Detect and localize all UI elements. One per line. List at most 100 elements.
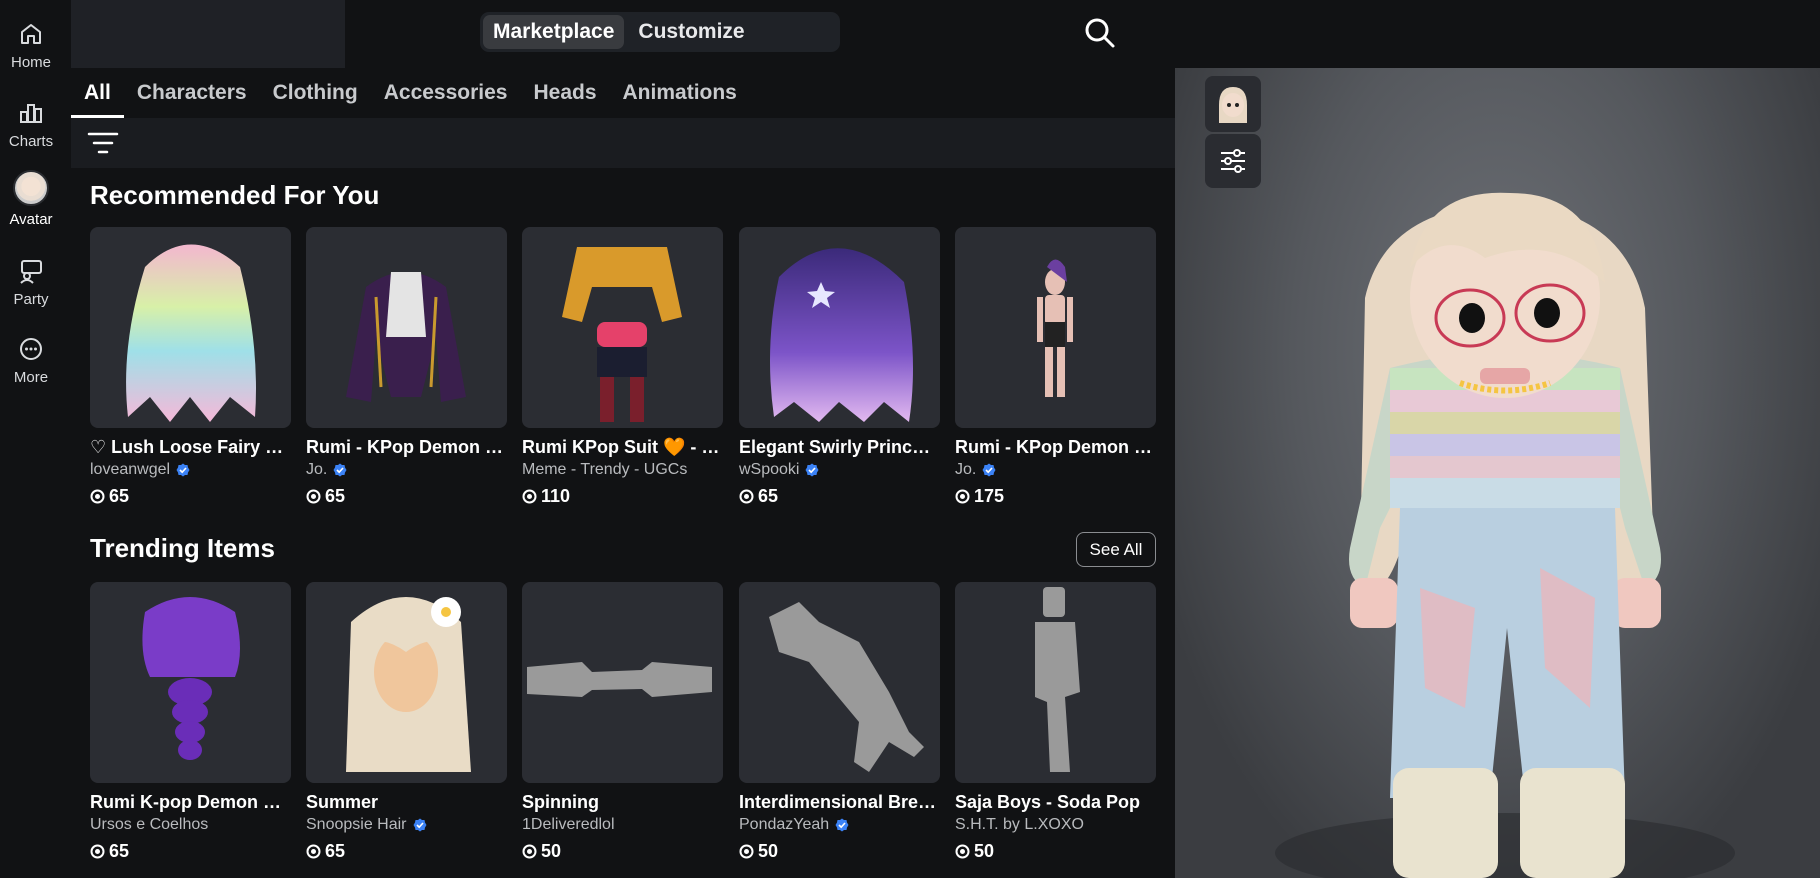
avatar-settings-button[interactable] — [1205, 134, 1261, 188]
robux-icon — [90, 489, 105, 504]
robux-icon — [955, 844, 970, 859]
top-left-panel — [71, 0, 345, 68]
creator-name[interactable]: wSpooki — [739, 461, 799, 479]
tab-marketplace[interactable]: Marketplace — [483, 15, 625, 49]
rail-item-charts[interactable]: Charts — [0, 95, 62, 165]
item-name[interactable]: Elegant Swirly Princes... — [739, 437, 940, 458]
item-card[interactable]: Interdimensional Brea... PondazYeah 50 — [739, 582, 940, 862]
item-thumbnail[interactable] — [522, 227, 723, 428]
item-card[interactable]: Elegant Swirly Princes... wSpooki 65 — [739, 227, 940, 507]
item-creator[interactable]: PondazYeah — [739, 816, 940, 834]
item-thumbnail[interactable] — [90, 227, 291, 428]
rail-label: Charts — [8, 133, 54, 150]
avatar-headshot-button[interactable] — [1205, 76, 1261, 132]
item-creator[interactable]: wSpooki — [739, 461, 940, 479]
tab-customize[interactable]: Customize — [628, 15, 754, 49]
item-thumbnail[interactable] — [90, 582, 291, 783]
tab-heads[interactable]: Heads — [520, 68, 609, 118]
item-creator[interactable]: Meme - Trendy - UGCs — [522, 461, 723, 479]
price-value: 50 — [974, 841, 995, 861]
tab-accessories[interactable]: Accessories — [371, 68, 521, 118]
item-creator[interactable]: Snoopsie Hair — [306, 816, 507, 834]
item-name[interactable]: Summer — [306, 792, 507, 813]
item-name[interactable]: Rumi - KPop Demon Hu... — [306, 437, 507, 458]
item-name[interactable]: Saja Boys - Soda Pop — [955, 792, 1156, 813]
tab-clothing[interactable]: Clothing — [260, 68, 371, 118]
item-price: 65 — [90, 841, 291, 862]
item-creator[interactable]: Ursos e Coelhos — [90, 816, 291, 834]
filter-button[interactable] — [85, 126, 121, 160]
tab-characters[interactable]: Characters — [124, 68, 260, 118]
item-name[interactable]: Interdimensional Brea... — [739, 792, 940, 813]
item-thumbnail[interactable] — [306, 582, 507, 783]
party-icon — [17, 257, 45, 285]
item-name[interactable]: Rumi - KPop Demon Hu... — [955, 437, 1156, 458]
avatar-headshot-icon — [1219, 87, 1247, 123]
avatar-icon — [13, 170, 49, 206]
verified-badge-icon — [805, 463, 819, 477]
section-title-trending: Trending Items — [90, 533, 275, 563]
creator-name[interactable]: S.H.T. by L.XOXO — [955, 816, 1084, 834]
item-card[interactable]: Summer Snoopsie Hair 65 — [306, 582, 507, 862]
item-card[interactable]: Spinning 1Deliveredlol 50 — [522, 582, 723, 862]
item-price: 65 — [306, 841, 507, 862]
item-creator[interactable]: loveanwgel — [90, 461, 291, 479]
item-thumbnail[interactable] — [522, 582, 723, 783]
item-thumbnail[interactable] — [739, 582, 940, 783]
item-price: 175 — [955, 486, 1156, 507]
item-price: 50 — [739, 841, 940, 862]
item-name[interactable]: Rumi K-pop Demon Hu... — [90, 792, 291, 813]
creator-name[interactable]: Jo. — [306, 461, 327, 479]
avatar-figure — [1275, 192, 1735, 878]
see-all-button[interactable]: See All — [1076, 532, 1156, 567]
item-name[interactable]: Spinning — [522, 792, 723, 813]
creator-name[interactable]: loveanwgel — [90, 461, 170, 479]
top-bar: Marketplace Customize — [71, 0, 1175, 68]
item-thumbnail[interactable] — [739, 227, 940, 428]
price-value: 175 — [974, 486, 1005, 506]
robux-icon — [955, 489, 970, 504]
search-icon — [1085, 18, 1115, 48]
preview-header — [1175, 0, 1820, 68]
item-creator[interactable]: Jo. — [955, 461, 1156, 479]
verified-badge-icon — [333, 463, 347, 477]
item-card[interactable]: Rumi K-pop Demon Hu... Ursos e Coelhos 65 — [90, 582, 291, 862]
tab-animations[interactable]: Animations — [610, 68, 750, 118]
item-card[interactable]: Rumi - KPop Demon Hu... Jo. 65 — [306, 227, 507, 507]
item-thumbnail[interactable] — [306, 227, 507, 428]
item-card[interactable]: Saja Boys - Soda Pop S.H.T. by L.XOXO 50 — [955, 582, 1156, 862]
creator-name[interactable]: Meme - Trendy - UGCs — [522, 461, 687, 479]
creator-name[interactable]: Jo. — [955, 461, 976, 479]
avatar-preview[interactable] — [1175, 68, 1820, 878]
item-card[interactable]: ♡ Lush Loose Fairy Wa... loveanwgel 65 — [90, 227, 291, 507]
rail-item-more[interactable]: More — [0, 331, 62, 401]
price-value: 65 — [325, 841, 346, 861]
creator-name[interactable]: Snoopsie Hair — [306, 816, 407, 834]
robux-icon — [90, 844, 105, 859]
verified-badge-icon — [982, 463, 996, 477]
tab-all[interactable]: All — [71, 68, 124, 118]
item-name[interactable]: ♡ Lush Loose Fairy Wa... — [90, 437, 291, 458]
item-creator[interactable]: S.H.T. by L.XOXO — [955, 816, 1156, 834]
item-creator[interactable]: Jo. — [306, 461, 507, 479]
sliders-icon — [1221, 149, 1245, 173]
price-value: 65 — [109, 486, 130, 506]
rail-item-home[interactable]: Home — [0, 16, 62, 86]
creator-name[interactable]: 1Deliveredlol — [522, 816, 615, 834]
filter-bar — [71, 118, 1175, 168]
item-thumbnail[interactable] — [955, 227, 1156, 428]
item-thumbnail[interactable] — [955, 582, 1156, 783]
search-button[interactable] — [1081, 14, 1119, 52]
rail-item-avatar[interactable]: Avatar — [0, 170, 62, 240]
item-card[interactable]: Rumi KPop Suit 🧡 - De... Meme - Trendy - … — [522, 227, 723, 507]
creator-name[interactable]: PondazYeah — [739, 816, 829, 834]
price-value: 50 — [541, 841, 562, 861]
item-creator[interactable]: 1Deliveredlol — [522, 816, 723, 834]
item-name[interactable]: Rumi KPop Suit 🧡 - De... — [522, 437, 723, 458]
rail-item-party[interactable]: Party — [0, 253, 62, 323]
rail-label: More — [13, 369, 49, 386]
robux-icon — [522, 489, 537, 504]
item-card[interactable]: Rumi - KPop Demon Hu... Jo. 175 — [955, 227, 1156, 507]
creator-name[interactable]: Ursos e Coelhos — [90, 816, 208, 834]
item-price: 65 — [739, 486, 940, 507]
